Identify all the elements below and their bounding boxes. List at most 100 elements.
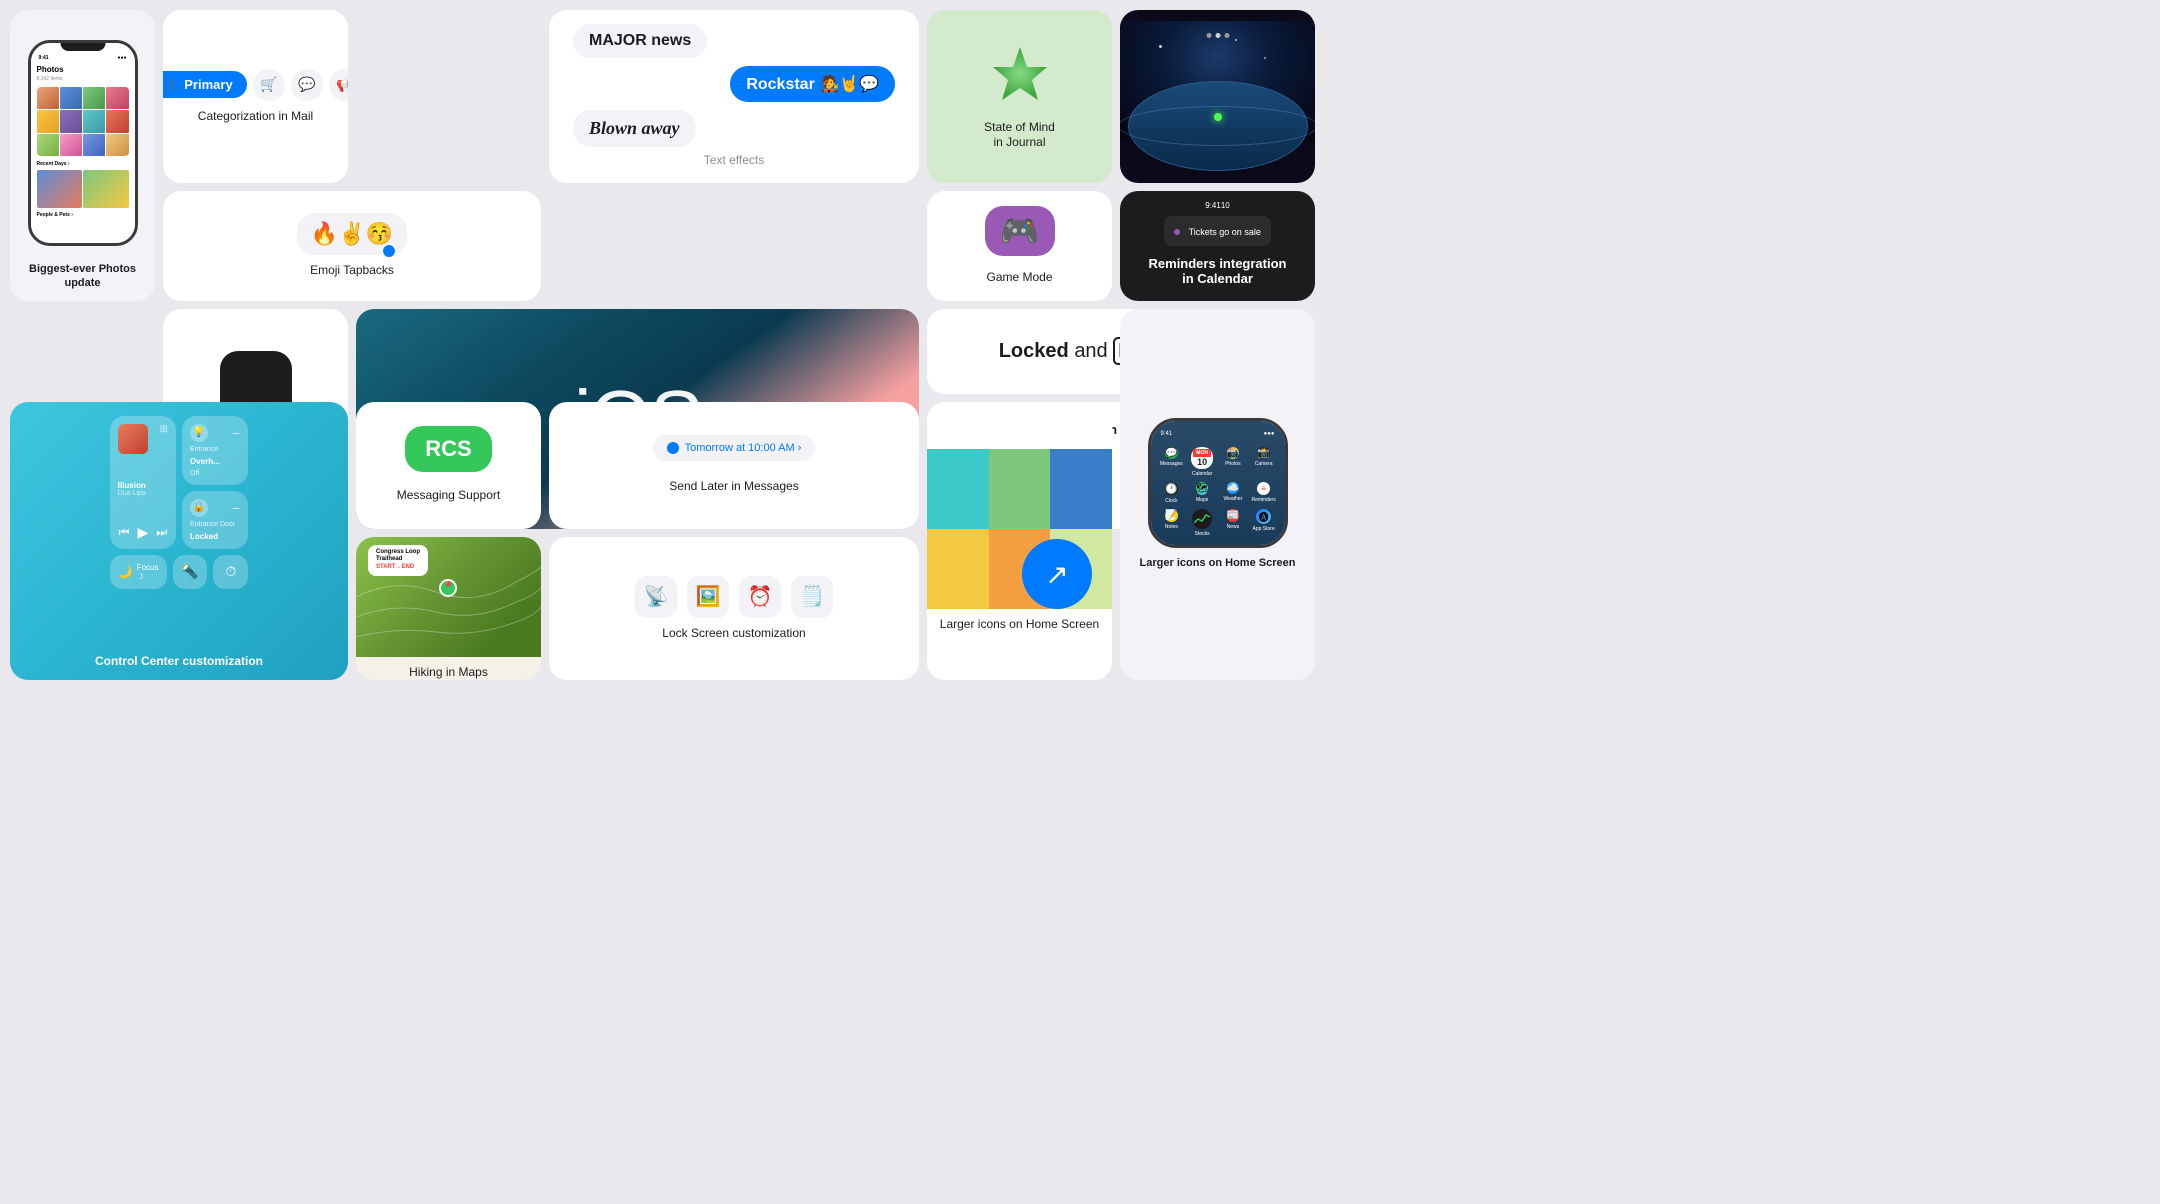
calendar-app-label: Calendar: [1192, 471, 1212, 477]
timer-icon: ⏱: [225, 563, 236, 580]
lock-tile: 🔒 − Entrance Door Locked: [182, 491, 248, 549]
light-icon: 💡: [190, 424, 208, 442]
mail-tabs: 👤 Primary 🛒 💬 📢: [163, 69, 348, 101]
moon-icon: 🌙: [118, 565, 133, 579]
app-wrapper-calendar: MON 10 Calendar: [1189, 447, 1215, 477]
light-status: Off: [190, 470, 240, 477]
ls-icon-3: ⏰: [739, 576, 781, 618]
focus-label: Focus ☽: [137, 563, 159, 581]
app-wrapper-clock: 🕐 Clock: [1159, 482, 1185, 504]
mail-cart-tab[interactable]: 🛒: [253, 69, 285, 101]
send-later-time: Tomorrow at 10:00 AM ›: [685, 442, 802, 454]
hiking-card: Congress LoopTrailheadSTART→END 📍 Hiking…: [356, 537, 541, 681]
weather-app-label: Weather: [1223, 496, 1242, 502]
reminder-pill: Tickets go on sale: [1164, 216, 1271, 246]
prev-icon[interactable]: ⏮: [119, 525, 130, 540]
maps-app-icon[interactable]: 🗺: [1196, 482, 1209, 495]
app-wrapper-notes: 📝 Notes: [1159, 509, 1185, 537]
ls-icon-2: 🖼️: [687, 576, 729, 618]
app-wrapper-stocks: Stocks: [1189, 509, 1215, 537]
lockscreen-icons-row: 📡 🖼️ ⏰ 🗒️: [635, 576, 833, 618]
control-caption: Control Center customization: [81, 646, 277, 680]
clock-app-icon[interactable]: 🕐: [1164, 482, 1178, 496]
status-bar: 9:41 ●●●: [37, 55, 129, 65]
lock-label: Entrance Door: [190, 521, 240, 528]
calendar-app-icon[interactable]: MON 10: [1191, 447, 1213, 469]
camera-app-icon[interactable]: 📸: [1257, 447, 1269, 459]
recent-thumb: [83, 170, 129, 208]
album-art: [118, 424, 148, 454]
and-word: and: [1074, 340, 1113, 362]
sat-dot: [1224, 33, 1229, 38]
mail-promo-tab[interactable]: 📢: [329, 69, 348, 101]
time-label: 9:41: [39, 55, 49, 61]
app-wrapper-reminders: ≡ Reminders: [1251, 482, 1277, 504]
music-controls: ⏮ ▶ ⏭: [118, 524, 168, 541]
star-dot: [1264, 57, 1266, 59]
hs-status-bar: 9:41 ●●●: [1157, 431, 1279, 437]
app-wrapper-photos: 📷 Photos: [1220, 447, 1246, 477]
hs-app-grid: 💬 Messages MON 10 Calendar 📷: [1157, 445, 1279, 539]
map-seg-teal: [927, 449, 989, 529]
photos-app-icon[interactable]: 📷: [1227, 447, 1239, 459]
maps-larger-icons-card: ↗ Larger icons on Home Screen: [927, 402, 1112, 680]
send-later-card: Tomorrow at 10:00 AM › Send Later in Mes…: [549, 402, 919, 529]
orbit-ring: [1120, 106, 1315, 146]
messages-app-label: Messages: [1160, 461, 1183, 467]
text-effects-caption: Text effects: [704, 153, 764, 169]
home-screen-phone-card: 9:41 ●●● 💬 Messages MON 10: [1120, 309, 1315, 681]
stocks-app-icon[interactable]: [1192, 509, 1212, 529]
clock-app-label: Clock: [1165, 498, 1178, 504]
photo-cell: [83, 110, 105, 132]
larger-icons-caption: Larger icons on Home Screen: [940, 617, 1099, 633]
hs-screen: 9:41 ●●● 💬 Messages MON 10: [1151, 421, 1285, 545]
people-label: People & Pets ›: [37, 212, 129, 218]
mail-message-tab[interactable]: 💬: [291, 69, 323, 101]
maps-navigation-circle: ↗: [1022, 539, 1092, 609]
music-info: Illusion Dua Lipa: [118, 481, 168, 497]
mail-primary-tab[interactable]: 👤 Primary: [163, 71, 247, 98]
reminders-app-icon[interactable]: ≡: [1257, 482, 1270, 495]
lock-icon: 🔒: [190, 499, 208, 517]
mail-card: 👤 Primary 🛒 💬 📢 Categorization in Mail: [163, 10, 348, 183]
music-expand: ⊞: [160, 424, 168, 454]
play-icon[interactable]: ▶: [137, 524, 148, 541]
photos-card: 9:41 ●●● Photos 8,342 Items: [10, 10, 155, 301]
hs-signals: ●●●: [1264, 431, 1275, 437]
signal-icons: ●●●: [117, 55, 126, 61]
light-header: 💡 −: [190, 424, 240, 442]
app-wrapper-messages: 💬 Messages: [1159, 447, 1185, 477]
sat-dot: [1206, 33, 1211, 38]
notes-app-icon[interactable]: 📝: [1165, 509, 1177, 521]
music-tile: ⊞ Illusion Dua Lipa ⏮ ▶ ⏭: [110, 416, 176, 549]
major-news-bubble: MAJOR news: [573, 24, 707, 58]
focus-tile: 🌙 Focus ☽: [110, 555, 167, 589]
messages-app-icon[interactable]: 💬: [1165, 447, 1177, 459]
blown-text: Blown away: [589, 118, 680, 138]
hs-time: 9:41: [1161, 431, 1173, 437]
news-app-icon[interactable]: 📰: [1227, 509, 1239, 521]
control-top-grid: 💡 − Entrance Overh... Off ⊞ Illusion: [110, 416, 249, 549]
larger-icons-phone-caption: Larger icons on Home Screen: [1140, 556, 1296, 570]
photo-cell: [37, 87, 59, 109]
reminder-time: 9:41: [1205, 201, 1221, 210]
minus-icon: −: [232, 425, 240, 441]
appstore-app-icon[interactable]: 🅐: [1256, 509, 1271, 524]
app-wrapper-appstore: 🅐 App Store: [1251, 509, 1277, 537]
next-icon[interactable]: ⏭: [156, 525, 167, 540]
photos-caption: Biggest-ever Photos update: [10, 254, 155, 301]
rcs-card: RCS Messaging Support: [356, 402, 541, 529]
emoji-display: 🔥✌️😚: [311, 221, 393, 247]
control-content: 💡 − Entrance Overh... Off ⊞ Illusion: [96, 402, 263, 646]
rcs-caption: Messaging Support: [397, 488, 500, 504]
map-seg-green: [989, 449, 1051, 529]
emoji-tapbacks-card: 🔥✌️😚 Emoji Tapbacks: [163, 191, 541, 301]
weather-app-icon[interactable]: ☁️: [1227, 482, 1239, 494]
photos-grid: [37, 87, 129, 156]
sendlater-dot-icon: [667, 442, 679, 454]
photos-app-label: Photos: [1225, 461, 1241, 467]
hiking-caption: Hiking in Maps: [409, 665, 488, 681]
star-dot: [1159, 45, 1162, 48]
reminders-main-label: Reminders integration in Calendar: [1149, 251, 1287, 291]
reminder-pill-text: Tickets go on sale: [1189, 227, 1261, 237]
